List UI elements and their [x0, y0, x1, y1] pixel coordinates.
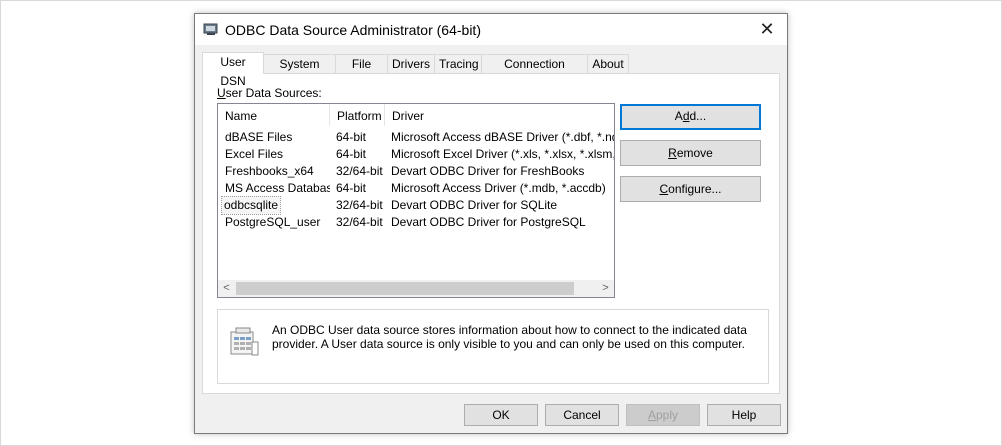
tab-system-dsn[interactable]: System DSN	[263, 54, 336, 90]
item-name: MS Access Database	[225, 181, 330, 195]
column-header-name[interactable]: Name	[218, 104, 330, 126]
list-item[interactable]: dBASE Files 64-bit Microsoft Access dBAS…	[218, 129, 614, 146]
item-platform: 32/64-bit	[336, 215, 383, 229]
item-platform: 64-bit	[336, 181, 367, 195]
item-name: PostgreSQL_user	[225, 215, 321, 229]
data-source-icon	[230, 327, 259, 356]
item-platform: 32/64-bit	[336, 164, 383, 178]
column-header-platform[interactable]: Platform	[330, 104, 385, 126]
item-platform: 64-bit	[336, 130, 367, 144]
scroll-right-icon[interactable]: >	[597, 280, 614, 297]
tab-tracing[interactable]: Tracing	[434, 54, 482, 73]
tab-user-dsn[interactable]: User DSN	[202, 52, 264, 88]
item-driver: Devart ODBC Driver for FreshBooks	[391, 164, 585, 178]
list-item[interactable]: MS Access Database 64-bit Microsoft Acce…	[218, 180, 614, 197]
item-driver: Microsoft Access Driver (*.mdb, *.accdb)	[391, 181, 606, 195]
item-platform: 32/64-bit	[336, 198, 383, 212]
apply-button[interactable]: Apply	[626, 404, 700, 426]
close-icon: ✕	[759, 19, 775, 39]
item-driver: Devart ODBC Driver for PostgreSQL	[391, 215, 586, 229]
list-item[interactable]: PostgreSQL_user 32/64-bit Devart ODBC Dr…	[218, 214, 614, 231]
user-dsn-panel: User Data Sources: Name Platform Driver …	[202, 73, 780, 394]
info-description: An ODBC User data source stores informat…	[272, 323, 747, 351]
item-name: odbcsqlite	[220, 196, 282, 215]
data-sources-list[interactable]: Name Platform Driver dBASE Files 64-bit …	[217, 103, 615, 298]
tab-about[interactable]: About	[587, 54, 629, 73]
help-button[interactable]: Help	[707, 404, 781, 426]
tab-drivers[interactable]: Drivers	[387, 54, 435, 73]
odbc-admin-dialog: ODBC Data Source Administrator (64-bit) …	[194, 13, 788, 434]
window-title: ODBC Data Source Administrator (64-bit)	[225, 22, 481, 38]
configure-button[interactable]: Configure...	[620, 176, 761, 202]
list-item[interactable]: Excel Files 64-bit Microsoft Excel Drive…	[218, 146, 614, 163]
ok-button[interactable]: OK	[464, 404, 538, 426]
item-driver: Microsoft Excel Driver (*.xls, *.xlsx, *…	[391, 147, 614, 161]
list-item[interactable]: Freshbooks_x64 32/64-bit Devart ODBC Dri…	[218, 163, 614, 180]
horizontal-scrollbar[interactable]: < >	[218, 280, 614, 297]
column-header-driver[interactable]: Driver	[385, 104, 614, 126]
info-box: An ODBC User data source stores informat…	[217, 309, 769, 384]
odbc-admin-icon	[203, 23, 218, 35]
cancel-button[interactable]: Cancel	[545, 404, 619, 426]
item-name: Excel Files	[225, 147, 284, 161]
close-button[interactable]: ✕	[747, 14, 787, 45]
item-driver: Devart ODBC Driver for SQLite	[391, 198, 558, 212]
tab-file-dsn[interactable]: File DSN	[335, 54, 388, 90]
tab-connection-pooling[interactable]: Connection Pooling	[481, 54, 588, 90]
remove-button[interactable]: Remove	[620, 140, 761, 166]
item-driver: Microsoft Access dBASE Driver (*.dbf, *.…	[391, 130, 614, 144]
list-header: Name Platform Driver	[218, 104, 614, 126]
item-platform: 64-bit	[336, 147, 367, 161]
scroll-left-icon[interactable]: <	[218, 280, 235, 297]
scroll-thumb[interactable]	[236, 282, 574, 295]
item-name: dBASE Files	[225, 130, 293, 144]
list-item-focused[interactable]: odbcsqlite 32/64-bit Devart ODBC Driver …	[218, 196, 614, 215]
add-button[interactable]: Add...	[620, 104, 761, 130]
item-name: Freshbooks_x64	[225, 164, 314, 178]
title-bar[interactable]: ODBC Data Source Administrator (64-bit) …	[195, 14, 787, 45]
